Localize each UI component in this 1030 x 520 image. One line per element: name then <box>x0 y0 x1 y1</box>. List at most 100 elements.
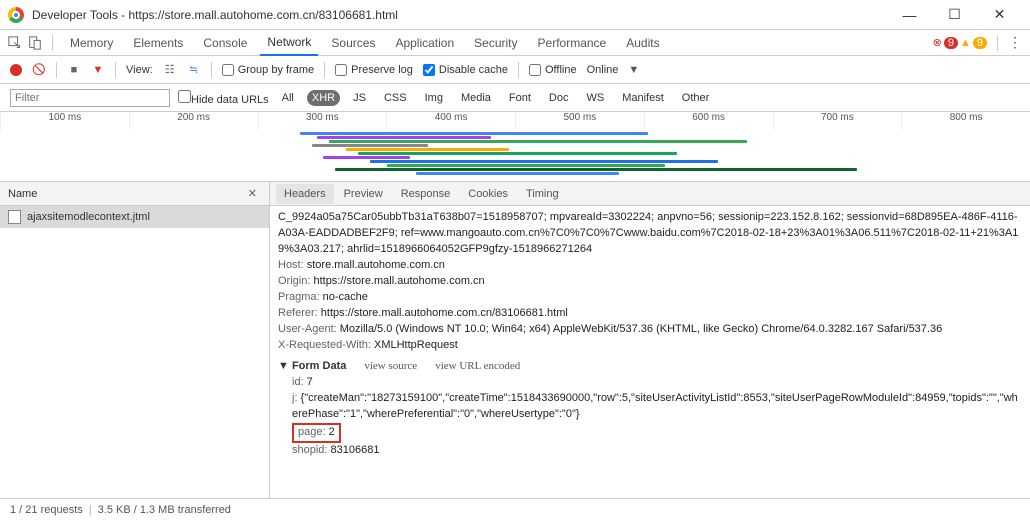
name-column-header[interactable]: Name <box>8 188 37 200</box>
tab-security[interactable]: Security <box>467 31 524 55</box>
user-agent-key: User-Agent: <box>278 323 337 335</box>
referer-key: Referer: <box>278 307 318 319</box>
referer-value: https://store.mall.autohome.com.cn/83106… <box>318 307 568 319</box>
device-toggle-icon[interactable] <box>28 36 42 50</box>
filter-type-img[interactable]: Img <box>420 90 448 106</box>
view-source-link[interactable]: view source <box>364 360 417 372</box>
titlebar: Developer Tools - https://store.mall.aut… <box>0 0 1030 30</box>
cookie-line: C_9924a05a75Car05ubbTb31aT638b07=1518958… <box>278 210 1022 258</box>
shopid-value: 83106681 <box>327 444 379 456</box>
tab-application[interactable]: Application <box>388 31 461 55</box>
pragma-value: no-cache <box>320 291 368 303</box>
separator <box>52 35 53 51</box>
throttle-select[interactable]: Online <box>587 64 619 76</box>
host-value: store.mall.autohome.com.cn <box>304 259 445 271</box>
timeline-overview[interactable]: 100 ms200 ms300 ms400 ms500 ms600 ms700 … <box>0 112 1030 182</box>
filter-type-doc[interactable]: Doc <box>544 90 574 106</box>
inspect-element-icon[interactable] <box>8 36 22 50</box>
status-bar: 1 / 21 requests | 3.5 KB / 1.3 MB transf… <box>0 498 1030 520</box>
detail-tabs: HeadersPreviewResponseCookiesTiming <box>270 182 1030 206</box>
file-icon <box>8 210 21 224</box>
filter-type-js[interactable]: JS <box>348 90 371 106</box>
filter-input[interactable] <box>10 89 170 107</box>
j-value: {"createMan":"18273159100","createTime":… <box>292 392 1018 420</box>
request-count: 1 / 21 requests <box>10 504 83 516</box>
filter-type-manifest[interactable]: Manifest <box>617 90 669 106</box>
filter-type-other[interactable]: Other <box>677 90 715 106</box>
chrome-icon <box>8 7 24 23</box>
filter-type-all[interactable]: All <box>277 90 299 106</box>
tick: 600 ms <box>644 112 773 130</box>
tab-elements[interactable]: Elements <box>126 31 190 55</box>
form-data-section[interactable]: ▼ Form Data <box>278 360 346 372</box>
view-url-encoded-link[interactable]: view URL encoded <box>435 360 520 372</box>
detail-tab-response[interactable]: Response <box>393 184 459 204</box>
tick: 800 ms <box>901 112 1030 130</box>
clear-icon[interactable]: 🚫 <box>32 63 46 77</box>
camera-icon[interactable]: ■ <box>67 63 81 77</box>
request-details: HeadersPreviewResponseCookiesTiming C_99… <box>270 182 1030 498</box>
x-requested-with-value: XMLHttpRequest <box>371 339 458 351</box>
tab-audits[interactable]: Audits <box>619 31 666 55</box>
main-tabs: MemoryElementsConsoleNetworkSourcesAppli… <box>0 30 1030 56</box>
tick: 200 ms <box>129 112 258 130</box>
offline-checkbox[interactable]: Offline <box>529 64 577 76</box>
warning-count: 9 <box>973 37 987 49</box>
tick: 400 ms <box>386 112 515 130</box>
detail-tab-timing[interactable]: Timing <box>518 184 567 204</box>
disable-cache-checkbox[interactable]: Disable cache <box>423 64 508 76</box>
view-label: View: <box>126 64 153 76</box>
view-list-icon[interactable]: ☷ <box>163 63 177 77</box>
pragma-key: Pragma: <box>278 291 320 303</box>
page-param-highlight: page: 2 <box>292 423 341 443</box>
error-icon: ⊗ <box>933 36 942 49</box>
request-row[interactable]: ajaxsitemodlecontext.jtml <box>0 206 269 228</box>
warning-icon: ▲ <box>960 37 971 49</box>
maximize-button[interactable]: ☐ <box>932 0 977 30</box>
filter-type-media[interactable]: Media <box>456 90 496 106</box>
network-toolbar: 🚫 ■ ▼ View: ☷ ≒ Group by frame Preserve … <box>0 56 1030 84</box>
error-count-badge[interactable]: ⊗ 9 ▲ 9 <box>933 36 987 49</box>
shopid-key: shopid: <box>292 444 327 456</box>
x-requested-with-key: X-Requested-With: <box>278 339 371 351</box>
transfer-size: 3.5 KB / 1.3 MB transferred <box>98 504 231 516</box>
tick: 100 ms <box>0 112 129 130</box>
tab-performance[interactable]: Performance <box>531 31 614 55</box>
headers-panel: C_9924a05a75Car05ubbTb31aT638b07=1518958… <box>270 206 1030 498</box>
tab-network[interactable]: Network <box>260 30 318 56</box>
filter-type-css[interactable]: CSS <box>379 90 412 106</box>
detail-tab-cookies[interactable]: Cookies <box>460 184 516 204</box>
timeline-ticks: 100 ms200 ms300 ms400 ms500 ms600 ms700 … <box>0 112 1030 130</box>
kebab-menu-icon[interactable]: ⋮ <box>1008 34 1022 51</box>
request-name: ajaxsitemodlecontext.jtml <box>27 211 150 223</box>
tick: 500 ms <box>515 112 644 130</box>
filter-type-ws[interactable]: WS <box>581 90 609 106</box>
record-button[interactable] <box>10 64 22 76</box>
timeline-bars <box>300 132 880 177</box>
view-large-icon[interactable]: ≒ <box>187 63 201 77</box>
tab-sources[interactable]: Sources <box>324 31 382 55</box>
close-details-icon[interactable]: ✕ <box>244 187 261 200</box>
request-list: Name ✕ ajaxsitemodlecontext.jtml <box>0 182 270 498</box>
dropdown-icon[interactable]: ▼ <box>628 64 639 76</box>
filter-type-font[interactable]: Font <box>504 90 536 106</box>
hide-data-urls-checkbox[interactable]: Hide data URLs <box>178 90 269 106</box>
detail-tab-preview[interactable]: Preview <box>336 184 391 204</box>
origin-key: Origin: <box>278 275 310 287</box>
separator <box>997 35 998 51</box>
detail-tab-headers[interactable]: Headers <box>276 184 334 204</box>
tab-console[interactable]: Console <box>196 31 254 55</box>
error-count: 9 <box>944 37 958 49</box>
id-value: 7 <box>304 376 313 388</box>
id-key: id: <box>292 376 304 388</box>
group-by-frame-checkbox[interactable]: Group by frame <box>222 64 314 76</box>
close-button[interactable]: ✕ <box>977 0 1022 30</box>
filter-type-xhr[interactable]: XHR <box>307 90 340 106</box>
user-agent-value: Mozilla/5.0 (Windows NT 10.0; Win64; x64… <box>337 323 943 335</box>
minimize-button[interactable]: — <box>887 0 932 30</box>
page-value: 2 <box>326 426 335 438</box>
filter-bar: Hide data URLs All XHR JS CSS Img Media Font Do… <box>0 84 1030 112</box>
preserve-log-checkbox[interactable]: Preserve log <box>335 64 413 76</box>
filter-icon[interactable]: ▼ <box>91 63 105 77</box>
tab-memory[interactable]: Memory <box>63 31 120 55</box>
